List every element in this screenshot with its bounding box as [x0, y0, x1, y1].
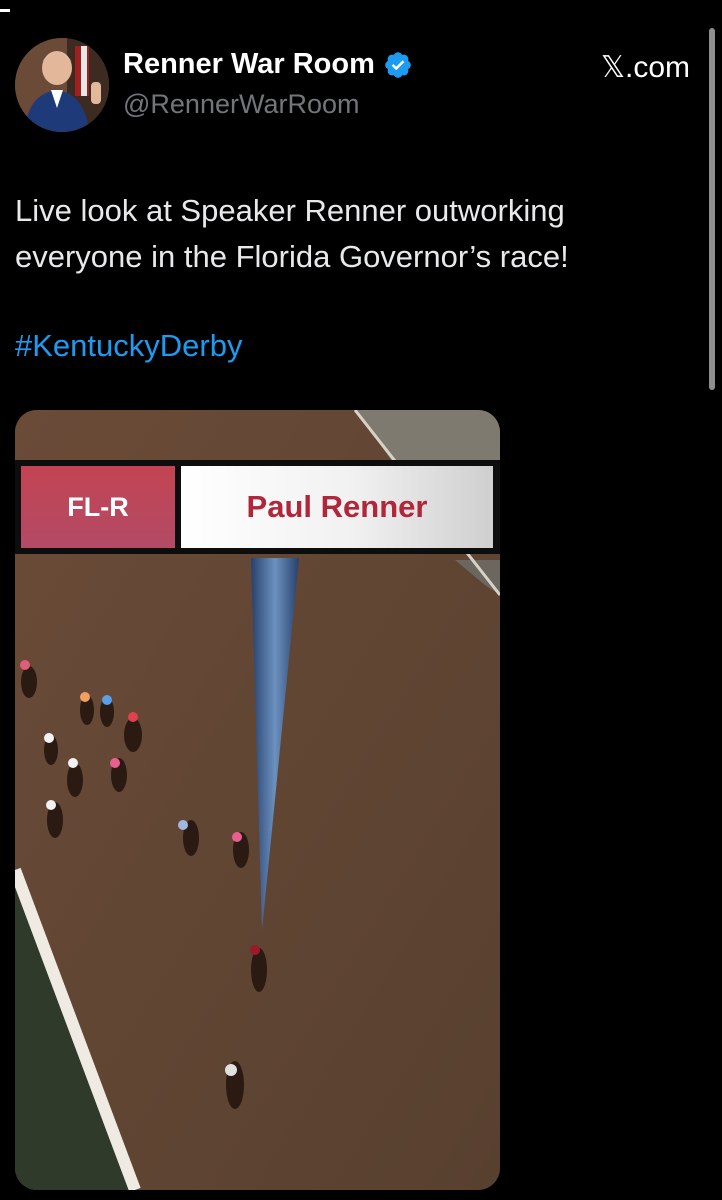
- display-name[interactable]: Renner War Room: [123, 48, 413, 81]
- tweet-text-line-2: everyone in the Florida Governor’s race!: [15, 239, 569, 274]
- status-bar-fragment: [0, 0, 14, 12]
- display-name-text: Renner War Room: [123, 48, 375, 80]
- tweet-text: Live look at Speaker Renner outworking e…: [15, 188, 675, 280]
- hashtag-link[interactable]: #KentuckyDerby: [15, 328, 242, 364]
- video-player[interactable]: FL-R Paul Renner: [15, 410, 500, 1190]
- lower-third-graphic: FL-R Paul Renner: [15, 460, 500, 554]
- source-label: 𝕏.com: [600, 51, 690, 84]
- party-label: FL-R: [21, 466, 175, 548]
- candidate-name: Paul Renner: [181, 466, 493, 548]
- avatar[interactable]: [15, 38, 109, 132]
- verified-badge-icon: [385, 51, 411, 78]
- tweet-text-line-1: Live look at Speaker Renner outworking: [15, 193, 565, 228]
- scrollbar[interactable]: [709, 28, 715, 390]
- account-handle[interactable]: @RennerWarRoom: [123, 89, 359, 120]
